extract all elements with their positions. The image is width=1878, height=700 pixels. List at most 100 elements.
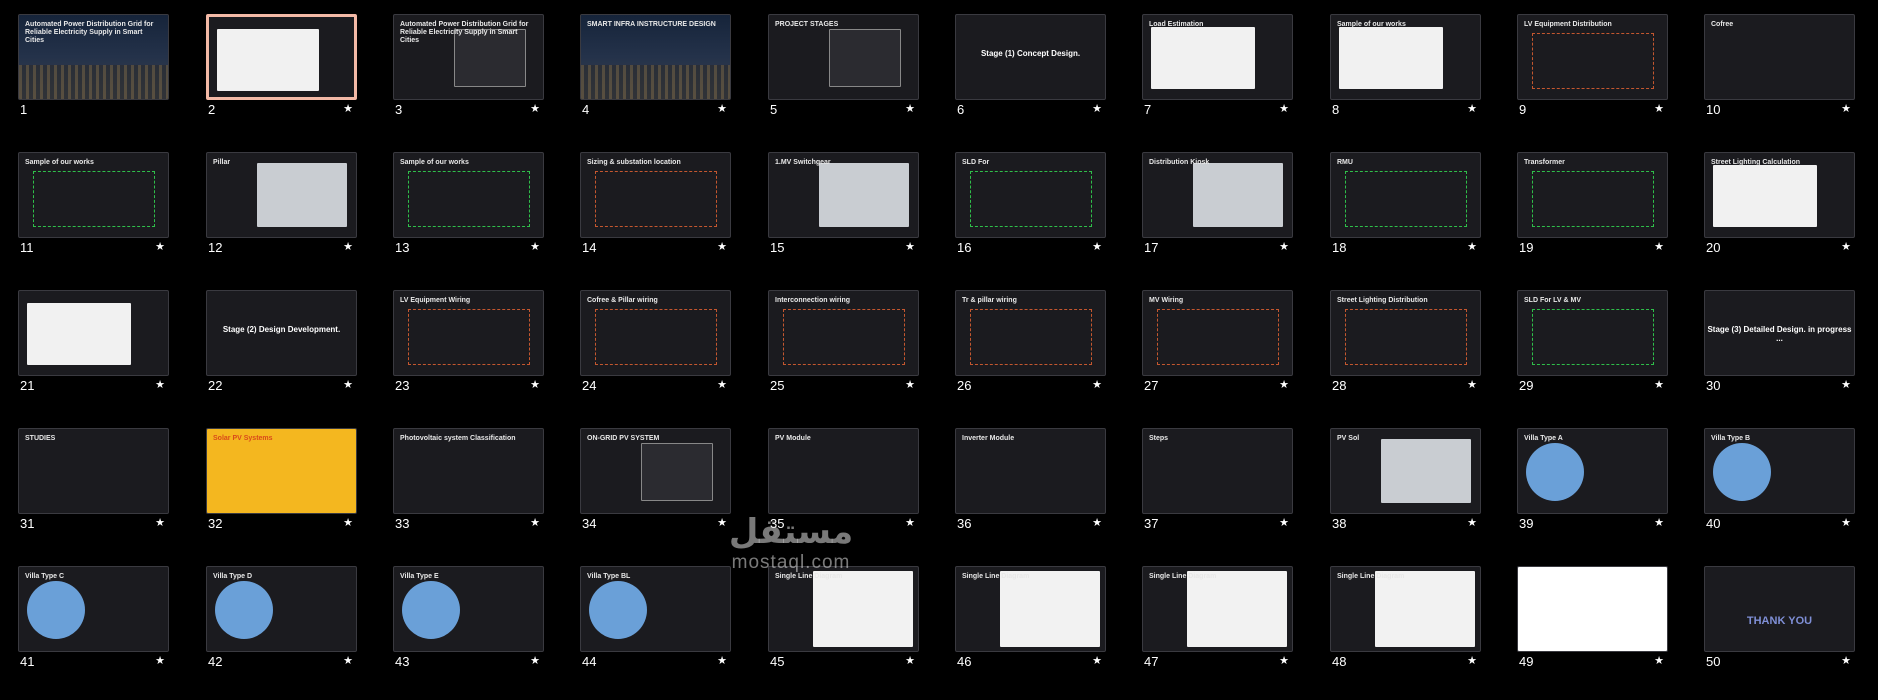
slide-preview[interactable]: Tr & pillar wiring	[955, 290, 1106, 376]
transition-star-icon[interactable]: ★	[905, 654, 915, 667]
transition-star-icon[interactable]: ★	[1841, 378, 1851, 391]
transition-star-icon[interactable]: ★	[155, 240, 165, 253]
transition-star-icon[interactable]: ★	[1279, 654, 1289, 667]
transition-star-icon[interactable]: ★	[530, 516, 540, 529]
slide-thumbnail-32[interactable]: Solar PV Systems 32 ★	[206, 428, 359, 533]
slide-preview[interactable]: LV Equipment Distribution	[1517, 14, 1668, 100]
slide-thumbnail-1[interactable]: Automated Power Distribution Grid for Re…	[18, 14, 171, 119]
transition-star-icon[interactable]: ★	[1654, 240, 1664, 253]
transition-star-icon[interactable]: ★	[1092, 240, 1102, 253]
slide-thumbnail-5[interactable]: PROJECT STAGES 5 ★	[768, 14, 921, 119]
transition-star-icon[interactable]: ★	[717, 654, 727, 667]
slide-preview[interactable]: Villa Type A	[1517, 428, 1668, 514]
transition-star-icon[interactable]: ★	[1467, 240, 1477, 253]
slide-preview[interactable]: Automated Power Distribution Grid for Re…	[18, 14, 169, 100]
slide-thumbnail-25[interactable]: Interconnection wiring 25 ★	[768, 290, 921, 395]
slide-preview[interactable]: Cofree & Pillar wiring	[580, 290, 731, 376]
slide-thumbnail-41[interactable]: Villa Type C 41 ★	[18, 566, 171, 671]
slide-thumbnail-24[interactable]: Cofree & Pillar wiring 24 ★	[580, 290, 733, 395]
transition-star-icon[interactable]: ★	[1467, 102, 1477, 115]
slide-thumbnail-11[interactable]: Sample of our works 11 ★	[18, 152, 171, 257]
slide-thumbnail-7[interactable]: Load Estimation 7 ★	[1142, 14, 1295, 119]
slide-preview[interactable]: Sample of our works	[393, 152, 544, 238]
transition-star-icon[interactable]: ★	[1092, 654, 1102, 667]
transition-star-icon[interactable]: ★	[905, 240, 915, 253]
transition-star-icon[interactable]: ★	[1467, 654, 1477, 667]
transition-star-icon[interactable]: ★	[155, 654, 165, 667]
transition-star-icon[interactable]: ★	[155, 516, 165, 529]
transition-star-icon[interactable]: ★	[530, 102, 540, 115]
slide-thumbnail-47[interactable]: Single Line Diagram 47 ★	[1142, 566, 1295, 671]
slide-thumbnail-38[interactable]: PV Sol 38 ★	[1330, 428, 1483, 533]
slide-preview[interactable]: Villa Type B	[1704, 428, 1855, 514]
slide-thumbnail-36[interactable]: Inverter Module 36 ★	[955, 428, 1108, 533]
transition-star-icon[interactable]: ★	[1841, 240, 1851, 253]
slide-thumbnail-33[interactable]: Photovoltaic system Classification 33 ★	[393, 428, 546, 533]
slide-thumbnail-8[interactable]: Sample of our works 8 ★	[1330, 14, 1483, 119]
slide-thumbnail-21[interactable]: 21 ★	[18, 290, 171, 395]
slide-preview[interactable]: Villa Type BL	[580, 566, 731, 652]
slide-preview[interactable]: Villa Type D	[206, 566, 357, 652]
slide-preview[interactable]: ON-GRID PV SYSTEM	[580, 428, 731, 514]
transition-star-icon[interactable]: ★	[1279, 102, 1289, 115]
transition-star-icon[interactable]: ★	[343, 102, 353, 115]
slide-preview[interactable]	[18, 290, 169, 376]
slide-preview[interactable]: THANK YOU	[1704, 566, 1855, 652]
slide-thumbnail-15[interactable]: 1.MV Switchgear 15 ★	[768, 152, 921, 257]
slide-preview[interactable]: Sample of our works	[18, 152, 169, 238]
transition-star-icon[interactable]: ★	[717, 102, 727, 115]
slide-thumbnail-22[interactable]: Stage (2) Design Development. 22 ★	[206, 290, 359, 395]
slide-thumbnail-26[interactable]: Tr & pillar wiring 26 ★	[955, 290, 1108, 395]
slide-thumbnail-23[interactable]: LV Equipment Wiring 23 ★	[393, 290, 546, 395]
slide-preview[interactable]: Stage (1) Concept Design.	[955, 14, 1106, 100]
transition-star-icon[interactable]: ★	[343, 378, 353, 391]
transition-star-icon[interactable]: ★	[1654, 654, 1664, 667]
transition-star-icon[interactable]: ★	[905, 516, 915, 529]
transition-star-icon[interactable]: ★	[1092, 378, 1102, 391]
slide-preview[interactable]: Single Line Diagram	[1330, 566, 1481, 652]
slide-thumbnail-50[interactable]: THANK YOU 50 ★	[1704, 566, 1857, 671]
transition-star-icon[interactable]: ★	[530, 240, 540, 253]
slide-thumbnail-19[interactable]: Transformer 19 ★	[1517, 152, 1670, 257]
slide-thumbnail-13[interactable]: Sample of our works 13 ★	[393, 152, 546, 257]
slide-thumbnail-9[interactable]: LV Equipment Distribution 9 ★	[1517, 14, 1670, 119]
slide-preview[interactable]: Villa Type C	[18, 566, 169, 652]
transition-star-icon[interactable]: ★	[343, 654, 353, 667]
slide-preview[interactable]: Solar PV Systems	[206, 428, 357, 514]
slide-preview[interactable]: MV Wiring	[1142, 290, 1293, 376]
slide-preview[interactable]: 1.MV Switchgear	[768, 152, 919, 238]
transition-star-icon[interactable]: ★	[1467, 516, 1477, 529]
slide-preview[interactable]: Single Line Diagram	[1142, 566, 1293, 652]
slide-thumbnail-10[interactable]: Cofree 10 ★	[1704, 14, 1857, 119]
slide-preview[interactable]: Sizing & substation location	[580, 152, 731, 238]
transition-star-icon[interactable]: ★	[155, 378, 165, 391]
slide-thumbnail-46[interactable]: Single Line Diagram 46 ★	[955, 566, 1108, 671]
slide-thumbnail-16[interactable]: SLD For 16 ★	[955, 152, 1108, 257]
slide-thumbnail-44[interactable]: Villa Type BL 44 ★	[580, 566, 733, 671]
slide-thumbnail-49[interactable]: 49 ★	[1517, 566, 1670, 671]
transition-star-icon[interactable]: ★	[1654, 378, 1664, 391]
slide-preview[interactable]: Stage (2) Design Development.	[206, 290, 357, 376]
slide-thumbnail-29[interactable]: SLD For LV & MV 29 ★	[1517, 290, 1670, 395]
slide-thumbnail-45[interactable]: Single Line Diagram 45 ★	[768, 566, 921, 671]
slide-thumbnail-43[interactable]: Villa Type E 43 ★	[393, 566, 546, 671]
transition-star-icon[interactable]: ★	[1279, 378, 1289, 391]
slide-preview[interactable]: Photovoltaic system Classification	[393, 428, 544, 514]
slide-thumbnail-2[interactable]: 2 ★	[206, 14, 359, 119]
slide-preview[interactable]: PV Module	[768, 428, 919, 514]
transition-star-icon[interactable]: ★	[1841, 102, 1851, 115]
slide-thumbnail-4[interactable]: SMART INFRA INSTRUCTURE DESIGN 4 ★	[580, 14, 733, 119]
slide-thumbnail-48[interactable]: Single Line Diagram 48 ★	[1330, 566, 1483, 671]
slide-preview[interactable]: SMART INFRA INSTRUCTURE DESIGN	[580, 14, 731, 100]
slide-preview[interactable]	[1517, 566, 1668, 652]
slide-preview[interactable]: RMU	[1330, 152, 1481, 238]
slide-preview[interactable]: PROJECT STAGES	[768, 14, 919, 100]
transition-star-icon[interactable]: ★	[343, 516, 353, 529]
slide-preview[interactable]: Stage (3) Detailed Design. in progress .…	[1704, 290, 1855, 376]
slide-thumbnail-6[interactable]: Stage (1) Concept Design. 6 ★	[955, 14, 1108, 119]
slide-thumbnail-42[interactable]: Villa Type D 42 ★	[206, 566, 359, 671]
slide-preview[interactable]: Sample of our works	[1330, 14, 1481, 100]
slide-preview[interactable]: Cofree	[1704, 14, 1855, 100]
transition-star-icon[interactable]: ★	[530, 654, 540, 667]
slide-thumbnail-20[interactable]: Street Lighting Calculation 20 ★	[1704, 152, 1857, 257]
